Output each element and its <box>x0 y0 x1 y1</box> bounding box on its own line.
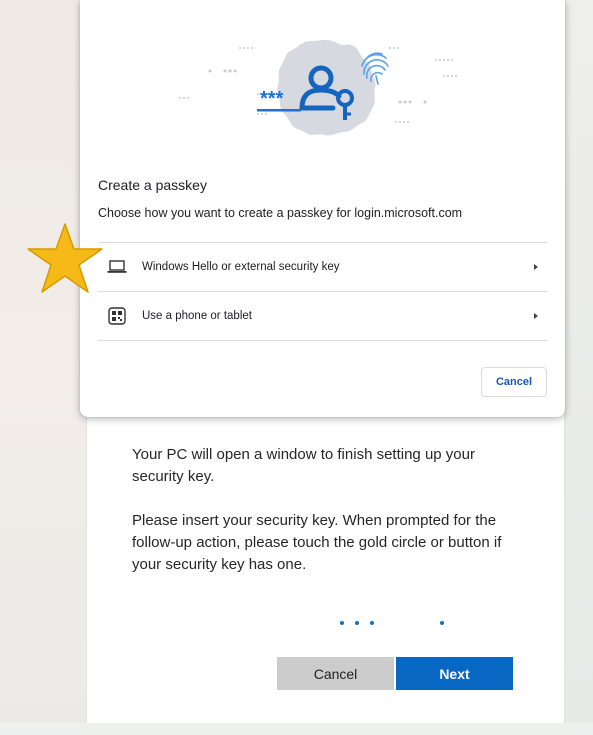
laptop-icon <box>106 256 128 278</box>
windows-next-button[interactable]: Next <box>396 657 513 690</box>
option-label: Windows Hello or external security key <box>142 261 340 273</box>
chevron-right-icon <box>534 313 538 319</box>
chevron-right-icon <box>534 264 538 270</box>
option-phone-or-tablet[interactable]: Use a phone or tablet <box>98 291 548 341</box>
star-icon <box>27 223 103 293</box>
desktop-background-left <box>0 0 86 735</box>
svg-text:***: *** <box>260 88 284 110</box>
windows-cancel-button[interactable]: Cancel <box>277 657 394 690</box>
progress-dot <box>340 621 344 625</box>
passkey-illustration-icon: *** <box>179 40 457 136</box>
option-windows-hello[interactable]: Windows Hello or external security key <box>98 242 548 291</box>
desktop-background-bottom <box>0 723 593 735</box>
windows-dialog-paragraph-2: Please insert your security key. When pr… <box>132 512 502 573</box>
desktop-background-right <box>563 0 593 735</box>
qr-code-icon <box>106 305 128 327</box>
dialog-title: Create a passkey <box>98 177 207 193</box>
passkey-cancel-button[interactable]: Cancel <box>481 367 547 397</box>
dialog-subtitle: Choose how you want to create a passkey … <box>98 206 463 220</box>
progress-dot <box>440 621 444 625</box>
progress-dot <box>355 621 359 625</box>
progress-dot <box>370 621 374 625</box>
option-label: Use a phone or tablet <box>142 310 252 322</box>
windows-dialog-paragraph-1: Your PC will open a window to finish set… <box>132 446 475 485</box>
create-passkey-dialog: *** Create a passkey Choose how you want… <box>80 0 565 417</box>
